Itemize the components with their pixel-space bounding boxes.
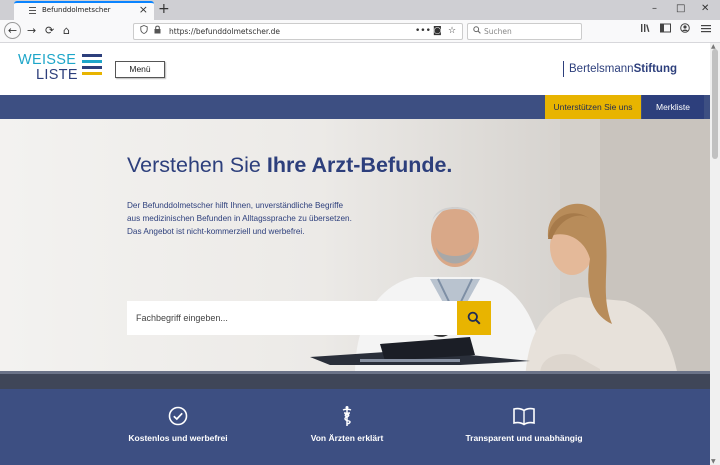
search-icon bbox=[473, 24, 481, 39]
back-button[interactable]: ← bbox=[4, 22, 21, 39]
bertelsmann-stiftung-logo[interactable]: BertelsmannStiftung bbox=[563, 61, 677, 77]
home-button[interactable]: ⌂ bbox=[63, 23, 70, 39]
address-bar[interactable]: https://befunddolmetscher.de ••• ◙ ☆ bbox=[133, 23, 463, 40]
top-nav-bar: Unterstützen Sie uns Merkliste bbox=[0, 95, 710, 119]
brand-bold-text: Stiftung bbox=[633, 63, 677, 75]
shield-icon[interactable] bbox=[140, 24, 148, 39]
brand-regular-text: Bertelsmann bbox=[569, 63, 634, 75]
hamburger-menu-icon[interactable] bbox=[701, 23, 711, 39]
hero-title: Verstehen Sie Ihre Arzt-Befunde. bbox=[127, 153, 452, 178]
account-icon[interactable] bbox=[680, 23, 690, 39]
hero-title-bold: Ihre Arzt-Befunde. bbox=[266, 153, 453, 177]
feature-doctors: Von Ärzten erklärt bbox=[257, 405, 437, 443]
page-scrollbar[interactable]: ▲ ▼ bbox=[710, 43, 720, 465]
scroll-down-icon[interactable]: ▼ bbox=[711, 458, 716, 465]
tab-close-icon[interactable]: × bbox=[139, 4, 148, 16]
browser-tab-bar: Befunddolmetscher × + – □ ✕ bbox=[0, 0, 720, 20]
features-strip: Kostenlos und werbefrei Von Ärzten erklä… bbox=[0, 389, 710, 465]
bookmark-star-icon[interactable]: ☆ bbox=[448, 24, 456, 39]
weisse-liste-logo[interactable]: WEISSE LISTE bbox=[18, 52, 102, 83]
watchlist-button[interactable]: Merkliste bbox=[642, 95, 704, 119]
page-actions-icon[interactable]: ••• bbox=[415, 24, 431, 39]
logo-bars-icon bbox=[82, 54, 102, 78]
forward-button[interactable]: → bbox=[27, 23, 36, 39]
search-icon bbox=[467, 311, 481, 325]
window-close-button[interactable]: ✕ bbox=[701, 2, 709, 16]
logo-text-line2: LISTE bbox=[36, 67, 78, 83]
url-text[interactable]: https://befunddolmetscher.de bbox=[169, 24, 280, 39]
support-us-button[interactable]: Unterstützen Sie uns bbox=[545, 95, 641, 119]
site-header: WEISSE LISTE Menü BertelsmannStiftung bbox=[0, 43, 710, 95]
browser-tab[interactable]: Befunddolmetscher × bbox=[14, 1, 154, 20]
tab-title: Befunddolmetscher bbox=[42, 6, 111, 14]
feature-transparent: Transparent und unabhängig bbox=[434, 405, 614, 443]
scroll-thumb[interactable] bbox=[712, 49, 718, 159]
check-circle-icon bbox=[168, 406, 188, 426]
sidebar-icon[interactable] bbox=[660, 23, 671, 39]
menu-button[interactable]: Menü bbox=[115, 61, 165, 78]
feature-free: Kostenlos und werbefrei bbox=[88, 405, 268, 443]
hero-section: Verstehen Sie Ihre Arzt-Befunde. Der Bef… bbox=[0, 119, 710, 389]
library-icon[interactable] bbox=[640, 23, 652, 39]
new-tab-button[interactable]: + bbox=[158, 1, 170, 17]
window-maximize-button[interactable]: □ bbox=[676, 2, 685, 16]
search-placeholder: Suchen bbox=[484, 27, 512, 36]
feature-label: Kostenlos und werbefrei bbox=[128, 433, 228, 443]
pocket-icon[interactable]: ◙ bbox=[433, 24, 442, 39]
feature-label: Transparent und unabhängig bbox=[465, 433, 583, 443]
hero-description: Der Befunddolmetscher hilft Ihnen, unver… bbox=[127, 201, 352, 236]
page-favicon-icon bbox=[29, 7, 36, 15]
browser-toolbar: ← → ⟳ ⌂ https://befunddolmetscher.de •••… bbox=[0, 20, 720, 43]
lock-icon[interactable] bbox=[154, 24, 161, 39]
browser-search-bar[interactable]: Suchen bbox=[467, 23, 582, 40]
feature-label: Von Ärzten erklärt bbox=[310, 433, 384, 443]
hero-title-regular: Verstehen Sie bbox=[127, 153, 267, 177]
term-search-button[interactable] bbox=[457, 301, 491, 335]
logo-text-line1: WEISSE bbox=[18, 52, 77, 68]
caduceus-icon bbox=[342, 406, 352, 426]
window-minimize-button[interactable]: – bbox=[652, 2, 657, 16]
reload-button[interactable]: ⟳ bbox=[45, 23, 54, 39]
term-search-input[interactable] bbox=[127, 301, 457, 335]
open-book-icon bbox=[513, 407, 535, 426]
